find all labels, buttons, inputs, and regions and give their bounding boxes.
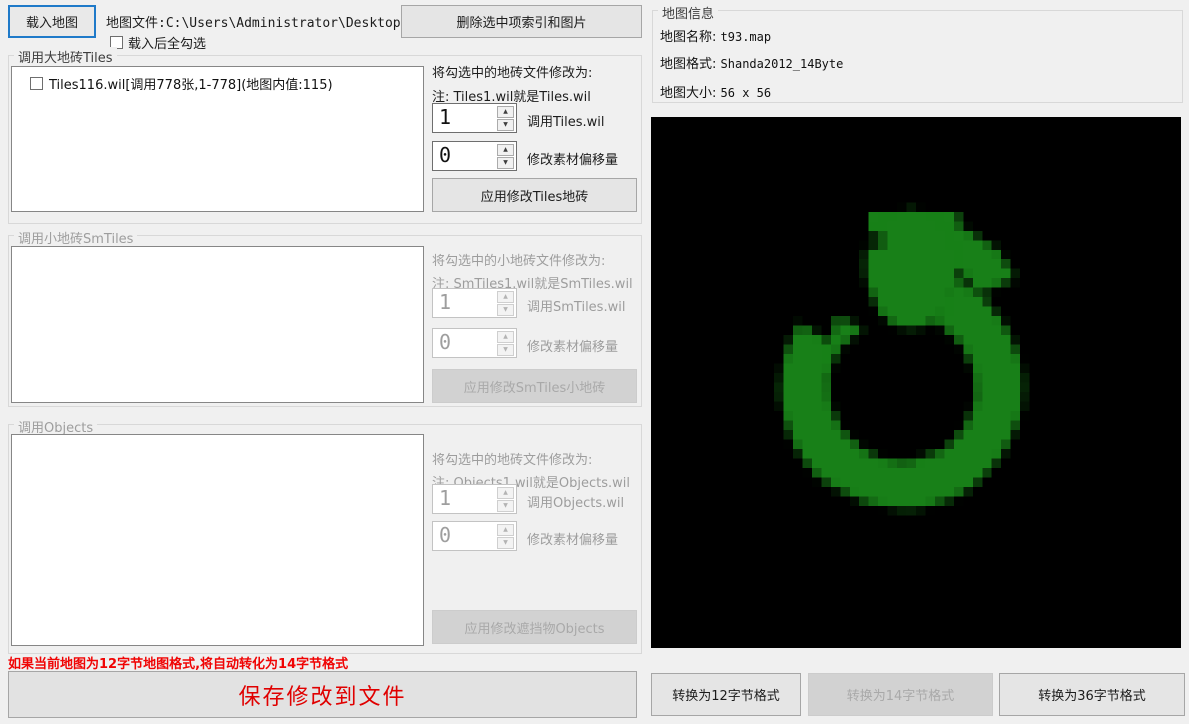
objects-wil-number-value: 1 (439, 486, 452, 510)
check-all-after-load-label: 载入后全勾选 (128, 37, 207, 52)
spinner-up-button: ▲ (497, 331, 514, 343)
smtiles-list[interactable] (11, 246, 424, 403)
spinner-down-button[interactable]: ▼ (497, 119, 514, 131)
convert-to-12byte-button[interactable]: 转换为12字节格式 (651, 673, 801, 716)
smtiles-wil-number-value: 1 (439, 290, 452, 314)
map-name-line: 地图名称: t93.map (660, 26, 771, 45)
spinner-up-button: ▲ (497, 524, 514, 536)
map-format-value: Shanda2012_14Byte (720, 57, 844, 71)
spinner-down-button: ▼ (497, 304, 514, 316)
objects-list[interactable] (11, 434, 424, 646)
load-map-button[interactable]: 载入地图 (8, 5, 96, 38)
format-warning-text: 如果当前地图为12字节地图格式,将自动转化为14字节格式 (8, 657, 349, 672)
map-name-value: t93.map (720, 30, 772, 44)
save-to-file-label: 保存修改到文件 (238, 684, 407, 710)
apply-objects-button: 应用修改遮挡物Objects (432, 610, 637, 644)
smtiles-wil-spinner-label: 调用SmTiles.wil (527, 300, 626, 315)
objects-offset-value: 0 (439, 523, 452, 547)
apply-smtiles-button: 应用修改SmTiles小地砖 (432, 369, 637, 403)
tiles-offset-spinner[interactable]: 0 ▲ ▼ (432, 141, 517, 171)
check-all-after-load-checkbox[interactable]: 载入后全勾选 (110, 33, 206, 52)
tiles-wil-number-spinner[interactable]: 1 ▲ ▼ (432, 103, 517, 133)
tiles-list[interactable]: Tiles116.wil[调用778张,1-778](地图内值:115) (11, 66, 424, 212)
map-format-line: 地图格式: Shanda2012_14Byte (660, 53, 843, 72)
objects-wil-spinner-label: 调用Objects.wil (527, 496, 625, 511)
convert-to-36byte-button[interactable]: 转换为36字节格式 (999, 673, 1185, 716)
map-size-line: 地图大小: 56 x 56 (660, 82, 771, 101)
map-editor-window: { "topbar": { "load_button": "载入地图", "fi… (0, 0, 1189, 724)
apply-tiles-button[interactable]: 应用修改Tiles地砖 (432, 178, 637, 212)
smtiles-modify-header: 将勾选中的小地砖文件修改为: (432, 254, 606, 269)
tiles-list-item[interactable]: Tiles116.wil[调用778张,1-778](地图内值:115) (12, 67, 423, 93)
tiles-offset-spinner-label: 修改素材偏移量 (527, 153, 619, 168)
smtiles-offset-spinner: 0 ▲ ▼ (432, 328, 517, 358)
map-info-title: 地图信息 (658, 3, 719, 22)
spinner-down-button: ▼ (497, 500, 514, 512)
map-format-label: 地图格式: (660, 57, 717, 72)
map-name-label: 地图名称: (660, 30, 717, 45)
tiles-wil-number-value[interactable]: 1 (439, 105, 451, 129)
spinner-up-button[interactable]: ▲ (497, 144, 514, 156)
spinner-up-button: ▲ (497, 487, 514, 499)
tiles-group-title: 调用大地砖Tiles (14, 47, 117, 66)
map-size-value: 56 x 56 (720, 86, 772, 100)
spinner-down-button: ▼ (497, 344, 514, 356)
tiles-modify-header: 将勾选中的地砖文件修改为: (432, 66, 593, 81)
map-file-path-label: 地图文件:C:\Users\Administrator\Desktop\【整理8… (106, 16, 400, 31)
smtiles-wil-number-spinner: 1 ▲ ▼ (432, 288, 517, 318)
tiles-offset-value[interactable]: 0 (439, 143, 451, 167)
objects-modify-header: 将勾选中的地砖文件修改为: (432, 453, 593, 468)
smtiles-offset-value: 0 (439, 330, 452, 354)
convert-to-14byte-button: 转换为14字节格式 (808, 673, 993, 716)
objects-offset-spinner: 0 ▲ ▼ (432, 521, 517, 551)
objects-offset-spinner-label: 修改素材偏移量 (527, 533, 619, 548)
map-size-label: 地图大小: (660, 86, 717, 101)
tiles-wil-spinner-label: 调用Tiles.wil (527, 115, 605, 130)
objects-wil-number-spinner: 1 ▲ ▼ (432, 484, 517, 514)
spinner-up-button: ▲ (497, 291, 514, 303)
map-preview-panel (651, 117, 1181, 648)
spinner-down-button[interactable]: ▼ (497, 157, 514, 169)
tile-item-checkbox[interactable] (30, 77, 43, 90)
map-preview-canvas (651, 117, 1181, 648)
spinner-up-button[interactable]: ▲ (497, 106, 514, 118)
smtiles-offset-spinner-label: 修改素材偏移量 (527, 340, 619, 355)
save-to-file-button[interactable]: 保存修改到文件 (8, 671, 637, 718)
spinner-down-button: ▼ (497, 537, 514, 549)
smtiles-group-title: 调用小地砖SmTiles (14, 228, 138, 247)
tile-item-label: Tiles116.wil[调用778张,1-778](地图内值:115) (49, 78, 333, 93)
delete-selected-index-button[interactable]: 删除选中项索引和图片 (401, 5, 642, 38)
